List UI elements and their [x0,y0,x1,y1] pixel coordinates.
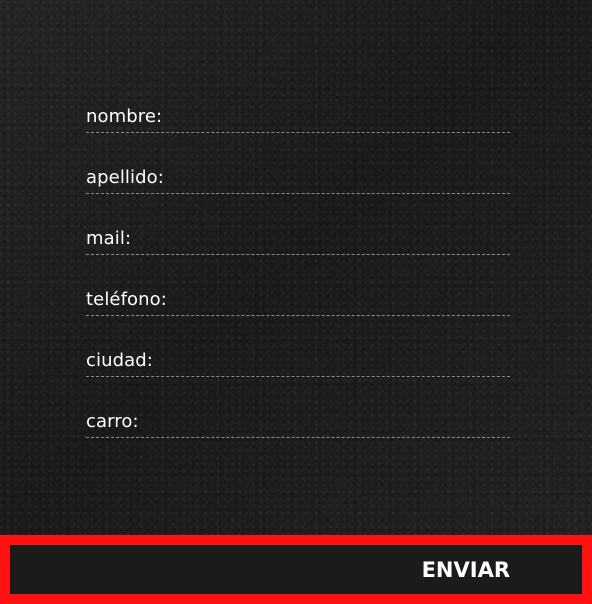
field-carro: carro: [86,408,510,469]
carro-input[interactable] [86,408,510,438]
telefono-input[interactable] [86,286,510,316]
contact-form: nombre: apellido: mail: teléfono: ciudad… [86,103,510,469]
apellido-input[interactable] [86,164,510,194]
field-ciudad: ciudad: [86,347,510,408]
contact-form-page: nombre: apellido: mail: teléfono: ciudad… [0,0,592,604]
field-mail: mail: [86,225,510,286]
field-nombre: nombre: [86,103,510,164]
submit-button-frame: ENVIAR [0,535,592,604]
enviar-button[interactable]: ENVIAR [10,545,582,594]
field-telefono: teléfono: [86,286,510,347]
nombre-input[interactable] [86,103,510,133]
ciudad-input[interactable] [86,347,510,377]
field-apellido: apellido: [86,164,510,225]
mail-input[interactable] [86,225,510,255]
